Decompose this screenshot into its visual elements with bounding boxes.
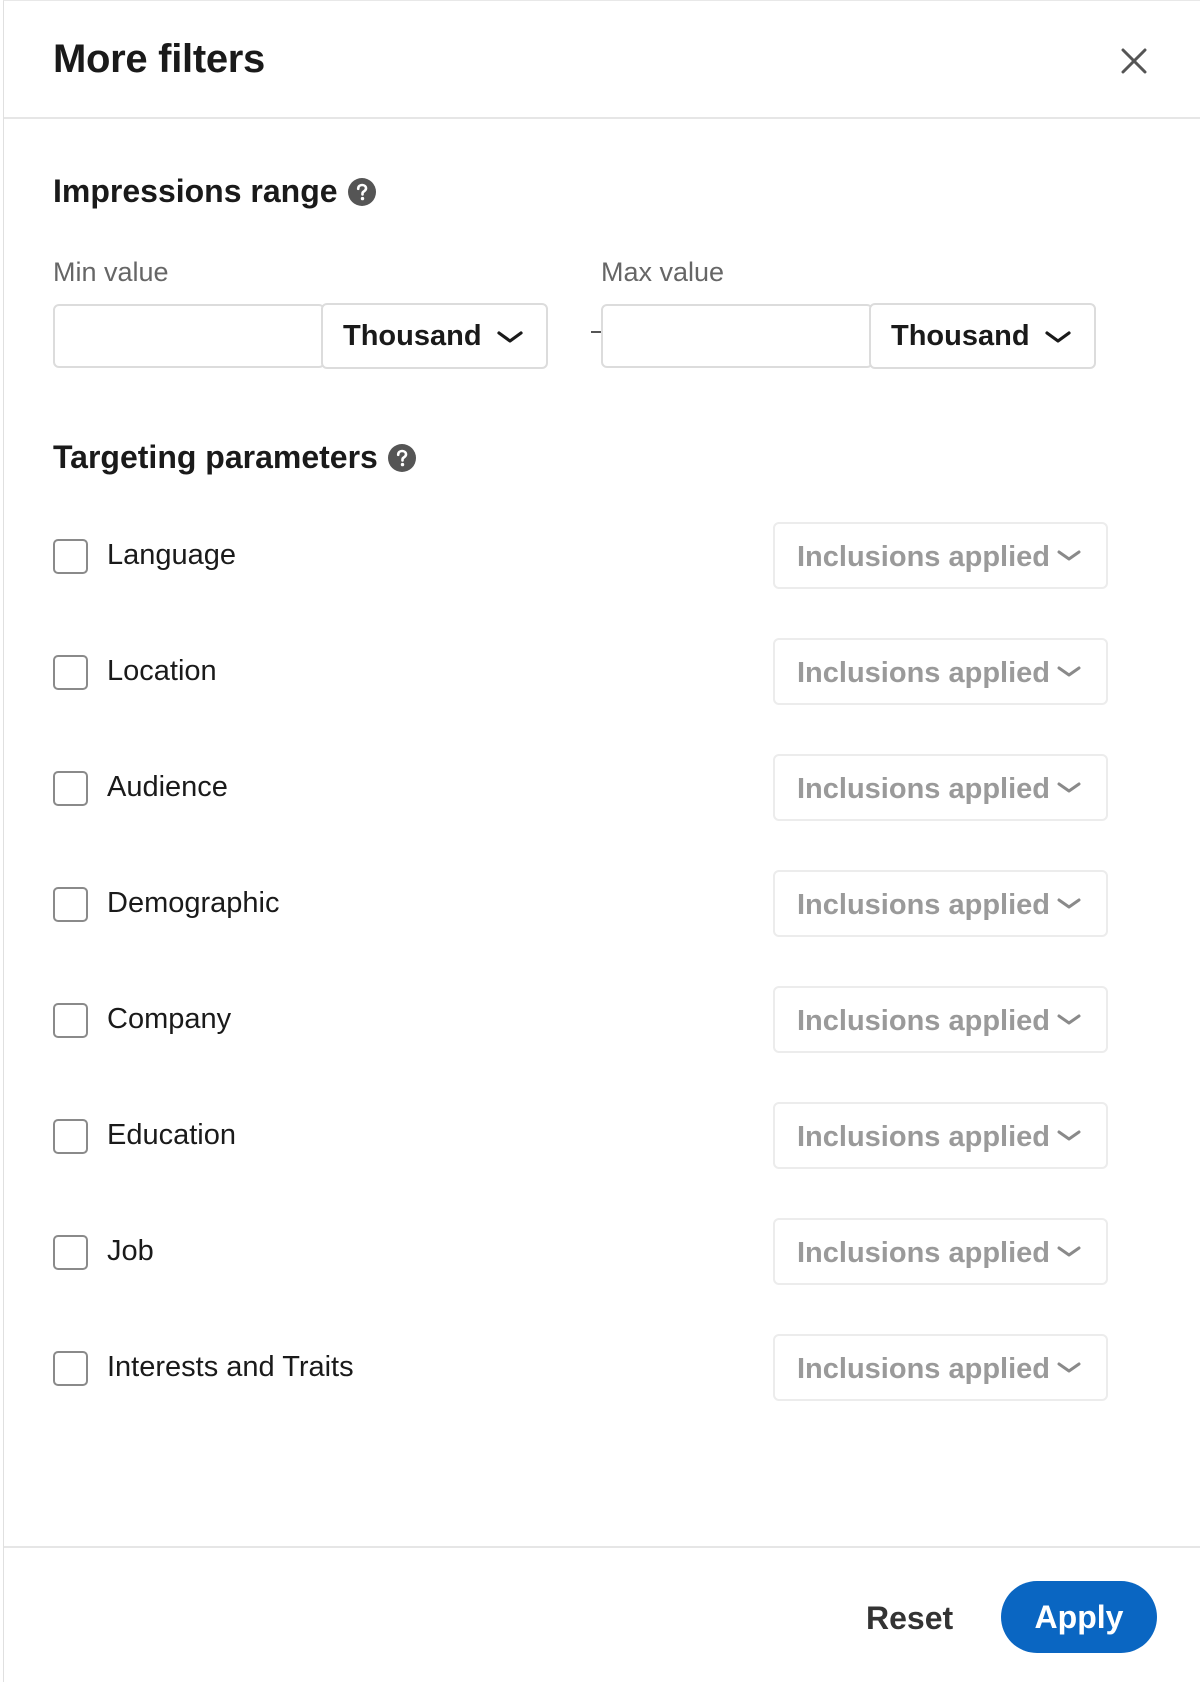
max-value-input[interactable] bbox=[601, 304, 873, 368]
modal-footer: Reset Apply bbox=[4, 1546, 1200, 1682]
inclusions-select-value: Inclusions applied bbox=[797, 773, 1050, 805]
min-value-label: Min value bbox=[53, 257, 169, 287]
targeting-row-demographic: Demographic Inclusions applied bbox=[53, 870, 1113, 938]
location-label: Location bbox=[107, 655, 217, 687]
inclusions-select-value: Inclusions applied bbox=[797, 1353, 1050, 1385]
inclusions-select-value: Inclusions applied bbox=[797, 541, 1050, 573]
inclusions-select-value: Inclusions applied bbox=[797, 1237, 1050, 1269]
max-unit-value: Thousand bbox=[891, 319, 1030, 352]
language-inclusions-select[interactable]: Inclusions applied bbox=[773, 522, 1108, 589]
targeting-row-audience: Audience Inclusions applied bbox=[53, 754, 1113, 822]
question-circle-icon[interactable] bbox=[387, 443, 416, 472]
location-inclusions-select[interactable]: Inclusions applied bbox=[773, 638, 1108, 705]
chevron-down-icon bbox=[1057, 1014, 1081, 1025]
max-value-label: Max value bbox=[601, 257, 725, 287]
chevron-down-icon bbox=[1057, 1130, 1081, 1141]
company-label: Company bbox=[107, 1003, 232, 1035]
targeting-row-location: Location Inclusions applied bbox=[53, 638, 1113, 706]
demographic-label: Demographic bbox=[107, 887, 280, 919]
chevron-down-icon bbox=[1057, 550, 1081, 561]
chevron-down-icon bbox=[1057, 666, 1081, 677]
audience-label: Audience bbox=[107, 771, 228, 803]
chevron-down-icon bbox=[1057, 1362, 1081, 1373]
targeting-row-job: Job Inclusions applied bbox=[53, 1218, 1113, 1286]
targeting-row-education: Education Inclusions applied bbox=[53, 1102, 1113, 1170]
inclusions-select-value: Inclusions applied bbox=[797, 657, 1050, 689]
impressions-range-title: Impressions range bbox=[53, 173, 338, 209]
targeting-parameters-title: Targeting parameters bbox=[53, 439, 378, 475]
min-unit-value: Thousand bbox=[343, 319, 482, 352]
audience-checkbox[interactable] bbox=[53, 771, 88, 806]
chevron-down-icon bbox=[1057, 1246, 1081, 1257]
chevron-down-icon bbox=[1057, 782, 1081, 793]
reset-button[interactable]: Reset bbox=[866, 1600, 953, 1637]
job-inclusions-select[interactable]: Inclusions applied bbox=[773, 1218, 1108, 1285]
close-icon bbox=[1121, 48, 1147, 74]
job-label: Job bbox=[107, 1235, 154, 1267]
language-label: Language bbox=[107, 539, 237, 571]
modal-title: More filters bbox=[53, 37, 266, 81]
language-checkbox[interactable] bbox=[53, 539, 88, 574]
demographic-inclusions-select[interactable]: Inclusions applied bbox=[773, 870, 1108, 937]
interests-and-traits-checkbox[interactable] bbox=[53, 1351, 88, 1386]
targeting-row-language: Language Inclusions applied bbox=[53, 522, 1113, 590]
targeting-parameters-heading: Targeting parameters bbox=[53, 439, 416, 476]
company-checkbox[interactable] bbox=[53, 1003, 88, 1038]
targeting-row-company: Company Inclusions applied bbox=[53, 986, 1113, 1054]
demographic-checkbox[interactable] bbox=[53, 887, 88, 922]
job-checkbox[interactable] bbox=[53, 1235, 88, 1270]
inclusions-select-value: Inclusions applied bbox=[797, 1005, 1050, 1037]
question-circle-icon[interactable] bbox=[347, 177, 376, 206]
min-unit-select[interactable]: Thousand bbox=[321, 303, 548, 369]
audience-inclusions-select[interactable]: Inclusions applied bbox=[773, 754, 1108, 821]
min-value-input[interactable] bbox=[53, 304, 325, 368]
apply-button[interactable]: Apply bbox=[1001, 1581, 1157, 1653]
chevron-down-icon bbox=[1045, 331, 1071, 343]
modal-header: More filters bbox=[4, 1, 1200, 119]
education-checkbox[interactable] bbox=[53, 1119, 88, 1154]
targeting-row-interests-and-traits: Interests and Traits Inclusions applied bbox=[53, 1334, 1113, 1402]
education-inclusions-select[interactable]: Inclusions applied bbox=[773, 1102, 1108, 1169]
location-checkbox[interactable] bbox=[53, 655, 88, 690]
close-button[interactable] bbox=[1112, 39, 1156, 83]
interests-and-traits-label: Interests and Traits bbox=[107, 1351, 354, 1383]
chevron-down-icon bbox=[1057, 898, 1081, 909]
company-inclusions-select[interactable]: Inclusions applied bbox=[773, 986, 1108, 1053]
max-unit-select[interactable]: Thousand bbox=[869, 303, 1096, 369]
inclusions-select-value: Inclusions applied bbox=[797, 1121, 1050, 1153]
chevron-down-icon bbox=[497, 331, 523, 343]
interests-and-traits-inclusions-select[interactable]: Inclusions applied bbox=[773, 1334, 1108, 1401]
inclusions-select-value: Inclusions applied bbox=[797, 889, 1050, 921]
education-label: Education bbox=[107, 1119, 236, 1151]
impressions-range-heading: Impressions range bbox=[53, 173, 376, 210]
more-filters-modal: More filters Impressions range Min value… bbox=[3, 0, 1200, 1682]
